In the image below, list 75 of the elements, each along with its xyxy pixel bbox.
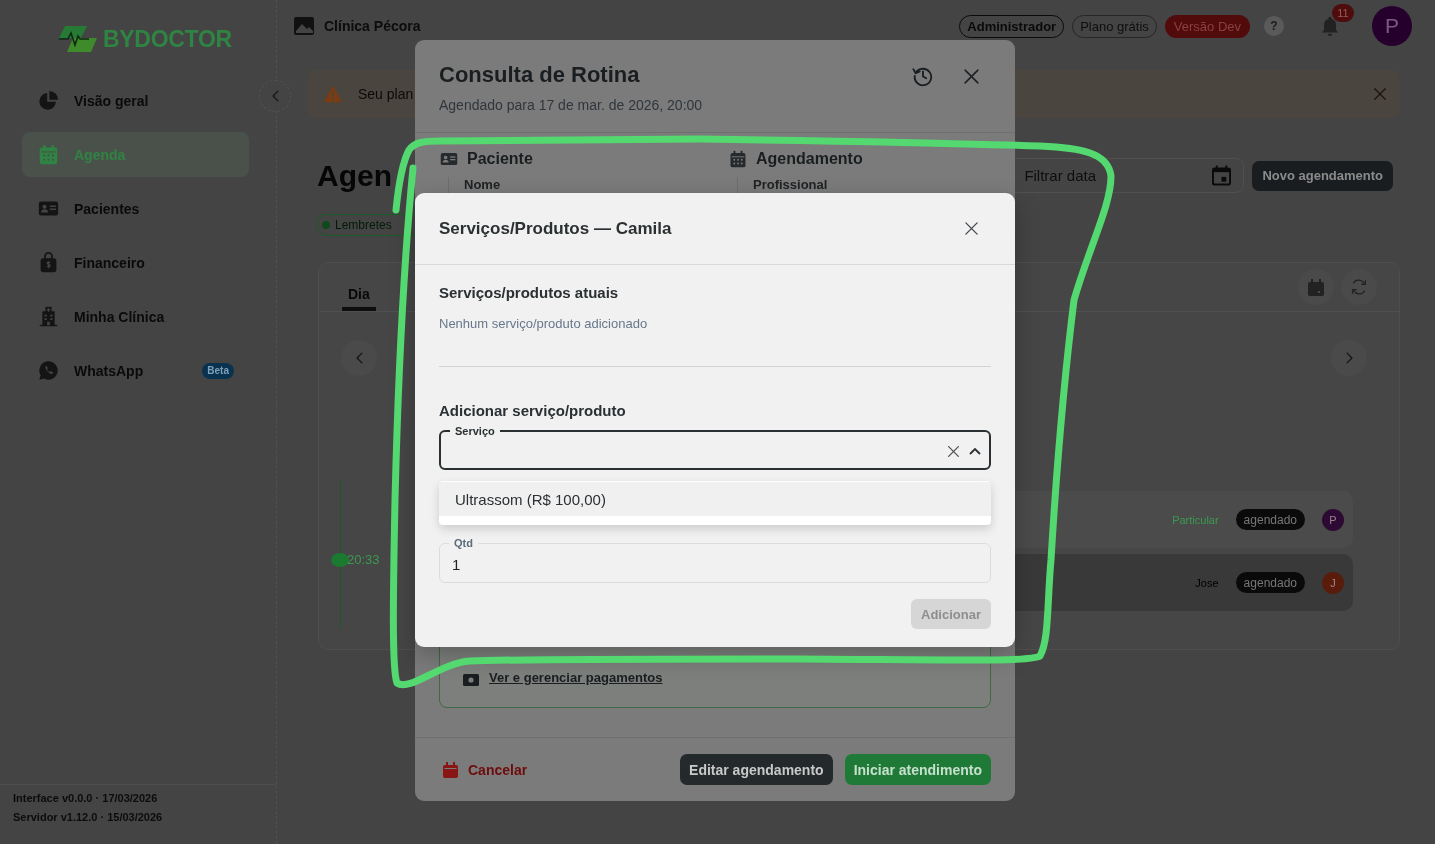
start-appointment-button[interactable]: Iniciar atendimento bbox=[844, 754, 991, 785]
field-label: Nome bbox=[464, 177, 502, 193]
calendar-icon[interactable] bbox=[1212, 165, 1232, 186]
calendar-button[interactable] bbox=[1298, 269, 1334, 305]
warning-icon bbox=[323, 85, 343, 103]
close-icon bbox=[962, 67, 980, 85]
chip-label: Lembretes bbox=[335, 218, 392, 232]
dialog-subtitle: Agendado para 17 de mar. de 2026, 20:00 bbox=[439, 96, 704, 114]
nav-item[interactable]: Visão geral bbox=[22, 78, 249, 123]
version-text: Interface v0.0.0 · 17/03/2026 bbox=[13, 791, 159, 806]
field-label: Profissional bbox=[753, 177, 829, 193]
refresh-button[interactable] bbox=[1341, 269, 1377, 305]
appointment-row[interactable]: Jose agendado J bbox=[1015, 554, 1353, 611]
previous-day-button[interactable] bbox=[341, 340, 377, 376]
id-card-icon bbox=[440, 150, 458, 168]
empty-state-text: Nenhum serviço/produto adicionado bbox=[439, 315, 649, 333]
notification-count: 11 bbox=[1332, 4, 1354, 22]
pie-chart-icon bbox=[38, 90, 59, 111]
dropdown-option[interactable]: Ultrassom (R$ 100,00) bbox=[439, 482, 991, 516]
view-tab[interactable]: Dia bbox=[342, 263, 376, 311]
status-badge: agendado bbox=[1235, 572, 1305, 593]
next-day-button[interactable] bbox=[1331, 340, 1367, 376]
cash-icon bbox=[463, 674, 479, 686]
nav-item[interactable]: WhatsApp Beta bbox=[22, 348, 249, 393]
history-icon bbox=[912, 65, 934, 87]
logo-icon bbox=[57, 24, 99, 54]
chat-bubble-icon bbox=[38, 360, 59, 381]
image-icon bbox=[294, 17, 314, 35]
banner-close-button[interactable] bbox=[1373, 87, 1387, 101]
chevron-left-icon bbox=[271, 90, 279, 102]
payments-link[interactable]: Ver e gerenciar pagamentos bbox=[489, 670, 663, 686]
calendar-icon bbox=[1308, 278, 1324, 296]
edit-appointment-button[interactable]: Editar agendamento bbox=[680, 754, 833, 785]
refresh-icon bbox=[1350, 278, 1368, 296]
nav-item[interactable]: Pacientes bbox=[22, 186, 249, 231]
logo-text: BYDOCTOR bbox=[103, 25, 232, 53]
quantity-field[interactable]: Qtd 1 bbox=[439, 537, 991, 583]
new-appointment-button[interactable]: Novo agendamento bbox=[1252, 160, 1393, 191]
calendar-icon bbox=[38, 144, 59, 165]
dialog-title: Consulta de Rotina bbox=[439, 61, 641, 89]
time-marker-icon bbox=[331, 553, 349, 567]
clinic-name: Clínica Pécora bbox=[324, 18, 421, 34]
calendar-icon bbox=[729, 150, 747, 168]
caret-up-icon[interactable] bbox=[969, 448, 981, 455]
user-avatar[interactable]: P bbox=[1372, 6, 1412, 46]
service-select[interactable]: Serviço bbox=[439, 425, 991, 470]
close-icon bbox=[963, 221, 979, 236]
banner-text: Seu plan bbox=[358, 86, 414, 102]
nav-item[interactable]: Minha Clínica bbox=[22, 294, 249, 339]
building-icon bbox=[38, 306, 59, 327]
cancel-button[interactable]: Cancelar bbox=[439, 761, 528, 778]
page-title: Agen bbox=[317, 158, 392, 194]
status-dot-icon bbox=[322, 221, 330, 229]
section-title: Paciente bbox=[467, 150, 533, 168]
calendar-icon bbox=[443, 761, 458, 778]
section-heading: Serviços/produtos atuais bbox=[439, 283, 620, 303]
patient-avatar: J bbox=[1322, 571, 1344, 594]
section-heading: Adicionar serviço/produto bbox=[439, 401, 627, 421]
chevron-left-icon bbox=[355, 352, 363, 364]
version-text: Servidor v1.12.0 · 15/03/2026 bbox=[13, 810, 164, 825]
patient-avatar: P bbox=[1322, 508, 1344, 531]
money-bag-icon bbox=[38, 252, 59, 273]
version-tag: Versão Dev bbox=[1164, 14, 1250, 38]
help-button[interactable]: ? bbox=[1264, 16, 1284, 36]
status-badge: agendado bbox=[1235, 509, 1305, 530]
appointment-label: Jose bbox=[1195, 576, 1219, 589]
nav-badge: Beta bbox=[202, 362, 234, 379]
current-time-label: 20:33 bbox=[347, 551, 380, 569]
appointment-row[interactable]: Particular agendado P bbox=[1015, 491, 1353, 548]
appointment-label: Particular bbox=[1172, 513, 1219, 526]
nav-item[interactable]: Financeiro bbox=[22, 240, 249, 285]
clear-icon[interactable] bbox=[947, 445, 960, 458]
section-title: Agendamento bbox=[756, 150, 863, 168]
close-icon bbox=[1373, 87, 1387, 101]
chevron-right-icon bbox=[1345, 352, 1353, 364]
